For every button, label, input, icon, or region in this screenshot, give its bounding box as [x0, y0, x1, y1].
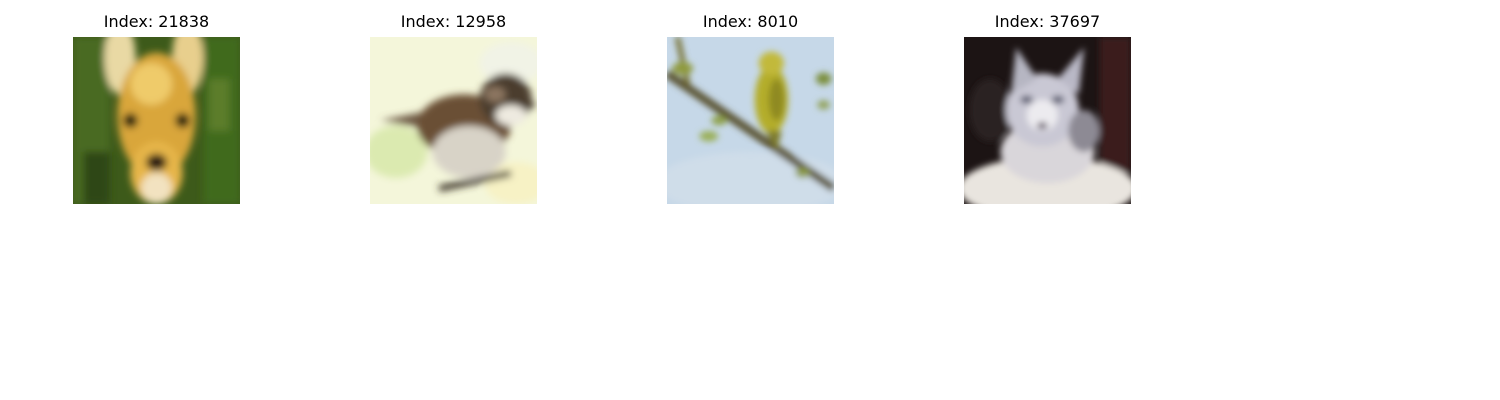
image-thumbnail: [73, 37, 240, 204]
deer-image: [73, 37, 240, 204]
image-thumbnail: [964, 37, 1131, 204]
image-title: Index: 8010: [702, 12, 799, 31]
bird-image: [667, 37, 834, 204]
cat-image: [964, 37, 1131, 204]
image-thumbnail: [667, 37, 834, 204]
bird-image: [370, 37, 537, 204]
image-title: Index: 12958: [400, 12, 507, 31]
image-title: Index: 37697: [994, 12, 1101, 31]
image-thumbnail: [370, 37, 537, 204]
image-title: Index: 21838: [103, 12, 210, 31]
